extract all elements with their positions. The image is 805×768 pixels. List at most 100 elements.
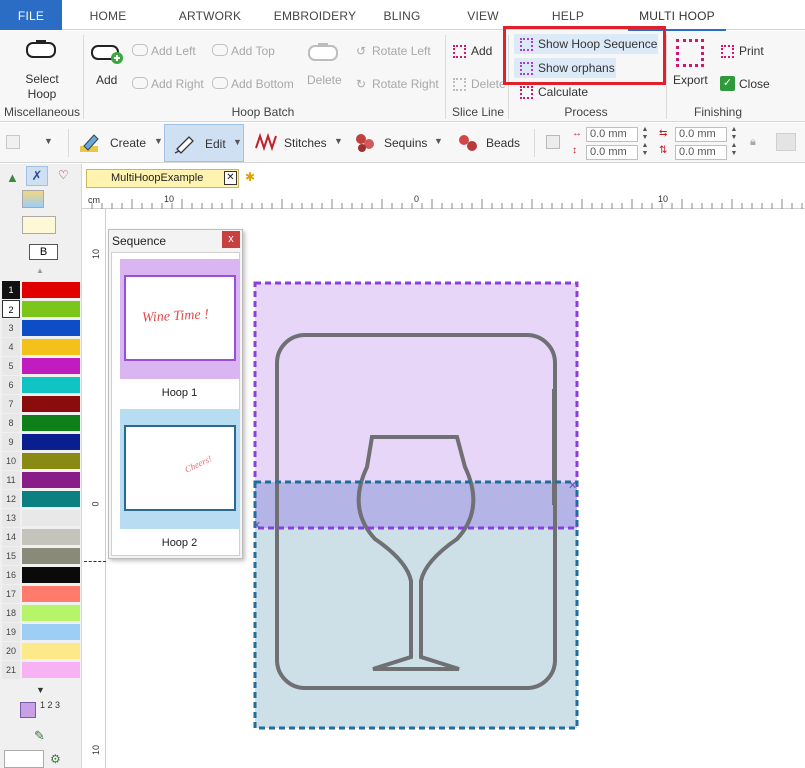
add-hoop-icon (91, 45, 123, 64)
x-offset-icon: ⇆ (659, 128, 668, 139)
scroll-down-icon[interactable]: ▼ (36, 685, 45, 695)
rotate-left-button[interactable]: Rotate Left (372, 44, 431, 58)
close-button[interactable]: Close (739, 77, 770, 91)
color-swatch[interactable]: 3 (2, 319, 80, 337)
color-swatch[interactable]: 17 (2, 585, 80, 603)
color-swatch[interactable]: 20 (2, 642, 80, 660)
brand-selector[interactable]: B (29, 244, 58, 260)
beads-button[interactable]: Beads (486, 136, 520, 150)
color-swatch[interactable]: 6 (2, 376, 80, 394)
spinner[interactable]: ▲ ▼ ▲ ▼ (729, 126, 739, 160)
thread-chart-icon[interactable] (22, 216, 56, 234)
color-swatch[interactable]: 13 (2, 509, 80, 527)
tool-options-icon[interactable] (6, 135, 20, 149)
add-hoop-button[interactable] (90, 41, 124, 65)
color-swatch[interactable]: 4 (2, 338, 80, 356)
color-swatch[interactable]: 9 (2, 433, 80, 451)
tab-embroidery[interactable]: EMBROIDERY (272, 0, 358, 30)
group-divider (83, 35, 84, 119)
lock-icon[interactable]: 🔒︎ (750, 136, 756, 149)
delete-hoop-button[interactable] (306, 42, 340, 64)
color-swatch[interactable]: 2 (2, 300, 80, 318)
spinner[interactable]: ▲ ▼ ▲ ▼ (640, 126, 650, 160)
scroll-up-icon[interactable]: ▲ (36, 266, 44, 275)
create-button[interactable]: Create (110, 136, 146, 150)
needle-icon[interactable]: ✗ (26, 166, 48, 186)
color-swatch[interactable]: 7 (2, 395, 80, 413)
highlight-box (503, 26, 666, 85)
slice-add-button[interactable]: Add (471, 44, 492, 58)
calculate-icon (520, 86, 533, 99)
sequence-item-hoop-1[interactable]: Wine Time ! (120, 259, 240, 379)
delete-hoop-label: Delete (307, 73, 342, 87)
slice-delete-button[interactable]: Delete (471, 77, 506, 91)
height-arrow-icon: ↕ (572, 145, 577, 156)
color-swatch[interactable]: 11 (2, 471, 80, 489)
chevron-down-icon[interactable]: ▼ (154, 136, 163, 146)
edit-button[interactable]: Edit ▼ (164, 124, 244, 162)
swatch-number: 15 (2, 547, 20, 565)
add-right-button[interactable]: Add Right (151, 77, 204, 91)
width-field[interactable]: 0.0 mm (586, 127, 638, 142)
chevron-down-icon[interactable]: ▼ (434, 136, 443, 146)
color-swatch[interactable]: 12 (2, 490, 80, 508)
sequins-button[interactable]: Sequins (384, 136, 427, 150)
stitches-button[interactable]: Stitches (284, 136, 327, 150)
swatch-number: 12 (2, 490, 20, 508)
color-swatch[interactable]: 19 (2, 623, 80, 641)
y-field[interactable]: 0.0 mm (675, 145, 727, 160)
color-swatch[interactable]: 10 (2, 452, 80, 470)
color-swatch[interactable]: 14 (2, 528, 80, 546)
tab-bling[interactable]: BLING (372, 0, 432, 30)
new-tab-icon[interactable]: ✱ (245, 170, 255, 184)
add-right-icon (132, 77, 148, 89)
hoop-marker-icon[interactable]: ✕ (568, 480, 577, 492)
create-icon (78, 132, 102, 154)
group-finishing: Finishing (693, 105, 743, 119)
tab-file[interactable]: FILE (0, 0, 62, 30)
select-hoop-button[interactable] (24, 39, 58, 61)
color-swatch[interactable]: 21 (2, 661, 80, 679)
align-icon[interactable] (546, 135, 560, 149)
ruler-tick-label: 10 (91, 744, 102, 756)
export-button[interactable]: Export (673, 73, 708, 87)
color-swatch[interactable]: 5 (2, 357, 80, 375)
sequence-icon[interactable] (20, 702, 36, 718)
close-icon[interactable]: x (222, 231, 240, 248)
chevron-down-icon[interactable]: ▼ (334, 136, 343, 146)
color-swatch[interactable]: 18 (2, 604, 80, 622)
shapes-icon[interactable]: ▲ (6, 170, 19, 185)
sequence-item-hoop-2[interactable]: Cheers! (120, 409, 240, 529)
swatch-number: 5 (2, 357, 20, 375)
color-swatch[interactable]: 15 (2, 547, 80, 565)
swatch-number: 8 (2, 414, 20, 432)
add-top-button[interactable]: Add Top (231, 44, 275, 58)
add-bottom-button[interactable]: Add Bottom (231, 77, 294, 91)
color-swatch[interactable]: 8 (2, 414, 80, 432)
add-left-button[interactable]: Add Left (151, 44, 196, 58)
gear-icon[interactable]: ⚙ (50, 752, 61, 766)
rotate-right-button[interactable]: Rotate Right (372, 77, 439, 91)
document-tab[interactable]: MultiHoopExample ✕ (86, 169, 239, 188)
x-field[interactable]: 0.0 mm (675, 127, 727, 142)
thread-list-icon[interactable] (4, 750, 44, 768)
eraser-icon[interactable] (776, 133, 796, 151)
swatch-number: 11 (2, 471, 20, 489)
hoop-color-icon[interactable]: ♡ (58, 168, 69, 182)
color-swatch[interactable]: 16 (2, 566, 80, 584)
height-field[interactable]: 0.0 mm (586, 145, 638, 160)
sequence-list: Wine Time ! Hoop 1 Cheers! Hoop 2 (111, 252, 240, 556)
chevron-down-icon[interactable]: ▼ (44, 136, 53, 146)
calculate-button[interactable]: Calculate (538, 85, 588, 99)
eyedropper-icon[interactable]: ✎ (34, 728, 45, 744)
tab-home[interactable]: HOME (72, 0, 144, 30)
hoop-marker-icon[interactable]: ✕ (252, 520, 261, 532)
hoop-2-name: Hoop 2 (161, 537, 198, 549)
width-arrow-icon: ↔ (572, 128, 582, 139)
print-button[interactable]: Print (739, 44, 764, 58)
color-swatch[interactable]: 1 (2, 281, 80, 299)
tab-artwork[interactable]: ARTWORK (168, 0, 252, 30)
ruler-tick-label: 10 (91, 248, 102, 260)
close-tab-icon[interactable]: ✕ (224, 171, 237, 185)
palette-icon[interactable] (22, 190, 44, 208)
